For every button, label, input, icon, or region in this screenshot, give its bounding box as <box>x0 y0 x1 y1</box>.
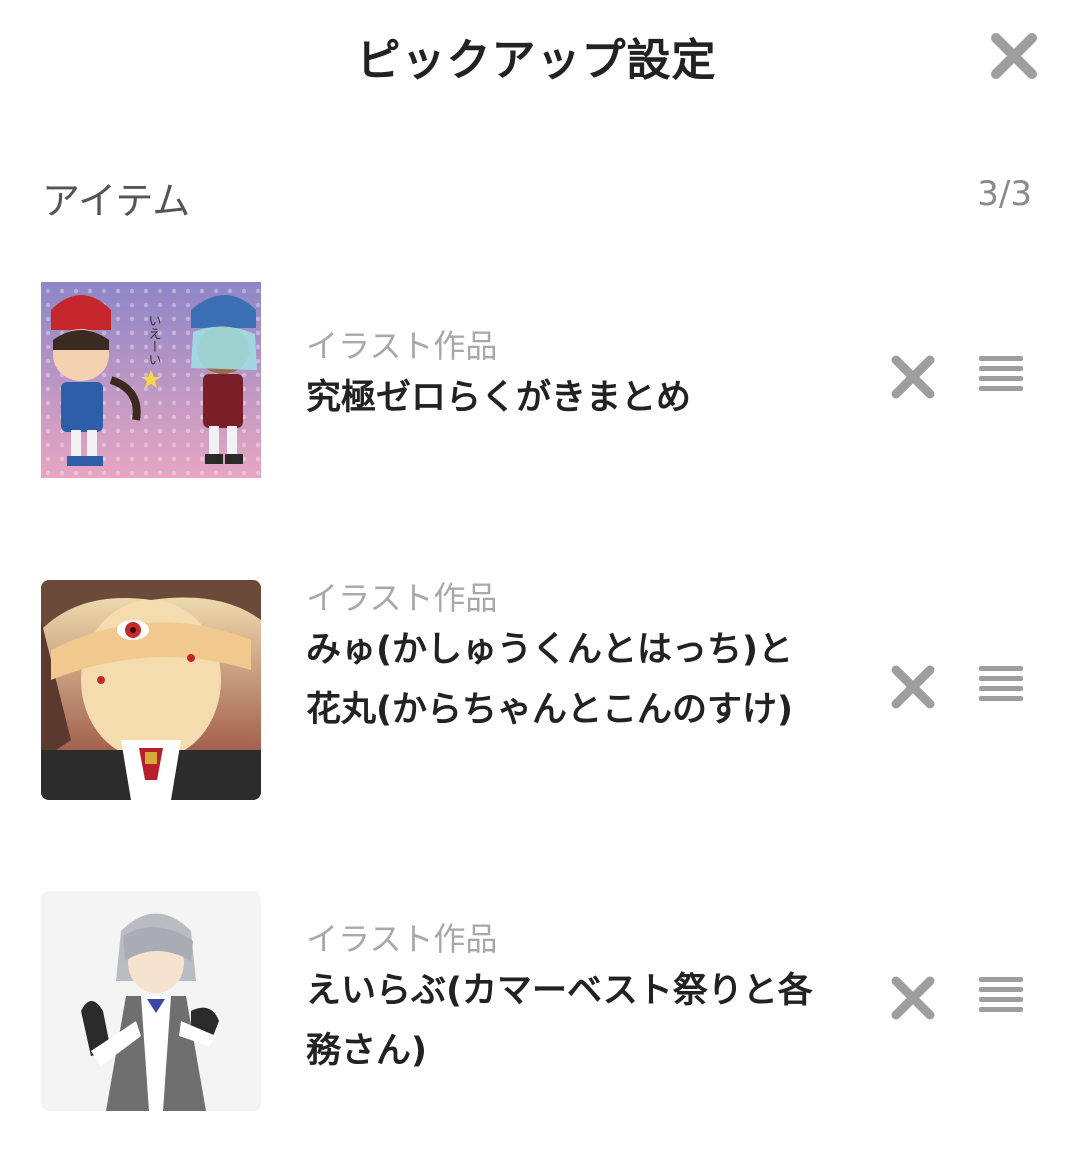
item-category: イラスト作品 <box>306 579 498 617</box>
item-thumbnail[interactable]: いえーい <box>41 270 261 490</box>
drag-handle-icon <box>979 977 1023 1012</box>
list-item[interactable]: いえーい イラスト作品 究極ゼロらくがきまとめ <box>0 270 1073 495</box>
illustration-thumbnail: いえーい <box>41 270 261 490</box>
close-button[interactable] <box>986 28 1042 84</box>
section-header: アイテム 3/3 <box>42 166 1032 226</box>
item-category: イラスト作品 <box>306 920 498 958</box>
item-text[interactable]: イラスト作品 みゅ(かしゅうくんとはっち)と花丸(からちゃんとこんのすけ) <box>306 580 826 740</box>
reorder-handle[interactable] <box>977 975 1025 1019</box>
remove-item-button[interactable] <box>888 662 938 712</box>
thumbnail-caption: いえーい <box>146 314 161 366</box>
item-title[interactable]: 究極ゼロらくがきまとめ <box>306 368 826 428</box>
list-item[interactable]: イラスト作品 みゅ(かしゅうくんとはっち)と花丸(からちゃんとこんのすけ) <box>0 580 1073 810</box>
reorder-handle[interactable] <box>977 354 1025 398</box>
close-icon <box>891 976 935 1020</box>
item-thumbnail[interactable] <box>41 891 261 1111</box>
remove-item-button[interactable] <box>888 973 938 1023</box>
remove-item-button[interactable] <box>888 352 938 402</box>
item-title[interactable]: みゅ(かしゅうくんとはっち)と花丸(からちゃんとこんのすけ) <box>306 620 826 740</box>
item-thumbnail[interactable] <box>41 580 261 800</box>
reorder-handle[interactable] <box>977 664 1025 708</box>
item-title[interactable]: えいらぶ(カマーベスト祭りと各務さん) <box>306 961 826 1081</box>
header: ピックアップ設定 <box>0 0 1073 110</box>
close-icon <box>891 665 935 709</box>
close-icon <box>991 33 1037 79</box>
drag-handle-icon <box>979 666 1023 701</box>
list-item[interactable]: イラスト作品 えいらぶ(カマーベスト祭りと各務さん) <box>0 891 1073 1116</box>
drag-handle-icon <box>979 356 1023 391</box>
illustration-thumbnail <box>41 580 261 800</box>
item-text[interactable]: イラスト作品 究極ゼロらくがきまとめ <box>306 328 826 428</box>
close-icon <box>891 355 935 399</box>
item-text[interactable]: イラスト作品 えいらぶ(カマーベスト祭りと各務さん) <box>306 921 826 1081</box>
item-count: 3/3 <box>977 174 1032 214</box>
illustration-thumbnail <box>41 891 261 1111</box>
page-title: ピックアップ設定 <box>356 35 717 86</box>
item-category: イラスト作品 <box>306 327 498 365</box>
section-title: アイテム <box>42 179 191 223</box>
